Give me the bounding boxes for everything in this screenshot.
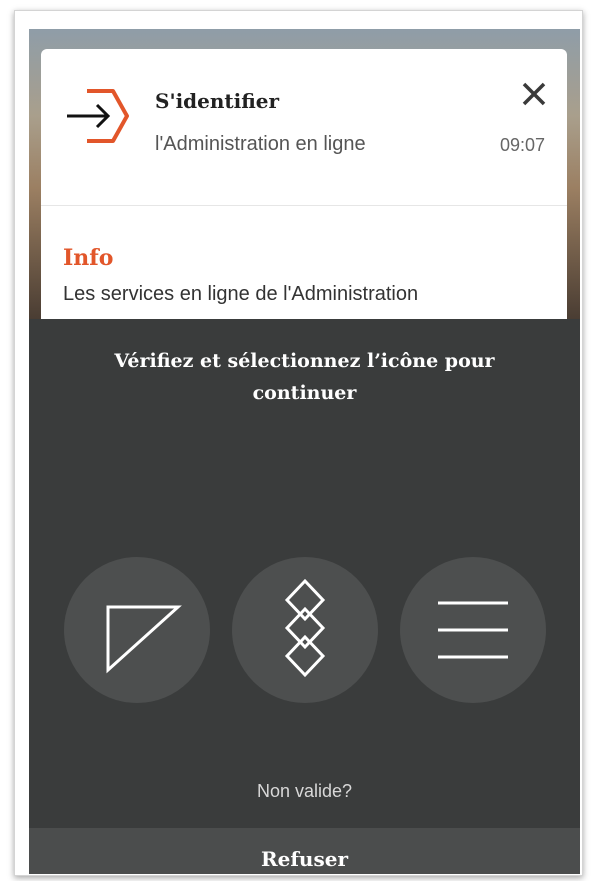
choice-button-diamonds[interactable]	[232, 557, 378, 703]
notification-title: S'identifier	[155, 89, 280, 113]
choice-button-lines[interactable]	[400, 557, 546, 703]
three-diamonds-icon	[284, 578, 326, 678]
three-lines-icon	[438, 601, 508, 659]
close-icon[interactable]	[519, 79, 549, 109]
verification-instruction: Vérifiez et sélectionnez l’icône pour co…	[114, 350, 495, 404]
info-text: Les services en ligne de l'Administratio…	[63, 283, 419, 305]
right-triangle-icon	[106, 605, 182, 674]
refuse-button[interactable]: Refuser	[29, 828, 580, 874]
notification-subtitle: l'Administration en ligne	[155, 133, 366, 155]
screenshot-frame: S'identifier l'Administration en ligne 0…	[14, 10, 583, 876]
notification-time: 09:07	[499, 135, 545, 155]
phone-screen: S'identifier l'Administration en ligne 0…	[29, 29, 580, 874]
login-arrow-hexagon-icon	[63, 85, 131, 147]
refuse-button-label: Refuser	[260, 847, 348, 871]
choice-button-triangle[interactable]	[64, 557, 210, 703]
notification-header: S'identifier l'Administration en ligne 0…	[41, 49, 567, 206]
verification-panel: Vérifiez et sélectionnez l’icône pour co…	[29, 319, 580, 874]
notification-card: S'identifier l'Administration en ligne 0…	[41, 49, 567, 324]
invalid-link[interactable]: Non valide?	[29, 781, 580, 802]
info-heading: Info	[63, 245, 114, 271]
